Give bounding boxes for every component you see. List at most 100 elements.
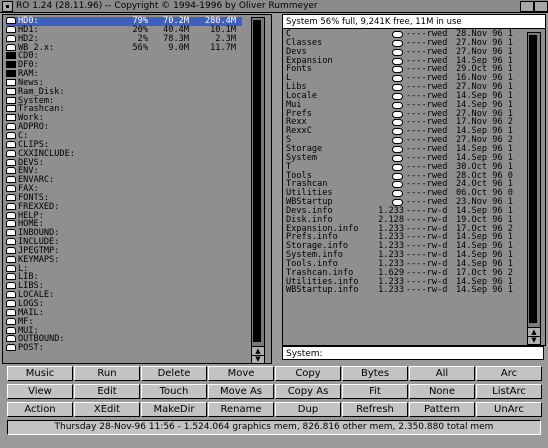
device-item[interactable]: HD1: 20% 40.4M 10.1M <box>6 25 242 35</box>
device-item[interactable]: MAIL: <box>6 308 242 318</box>
dup-button[interactable]: Dup <box>275 402 341 417</box>
bytes-button[interactable]: Bytes <box>342 366 408 381</box>
delete-button[interactable]: Delete <box>141 366 207 381</box>
drive-icon <box>6 335 16 343</box>
drive-icon <box>6 282 16 290</box>
copy-as-button[interactable]: Copy As <box>275 384 341 399</box>
makedir-button[interactable]: MakeDir <box>141 402 207 417</box>
folder-icon <box>392 181 403 189</box>
move-button[interactable]: Move <box>208 366 274 381</box>
right-file-pane[interactable]: System 56% full, 9,241K free, 11M in use… <box>282 14 546 346</box>
device-free: 11.7M <box>210 42 236 53</box>
device-item[interactable]: ENVARC: <box>6 176 242 185</box>
depth-gadget-icon[interactable] <box>534 1 548 12</box>
fit-button[interactable]: Fit <box>342 384 408 399</box>
device-item[interactable]: DF0: <box>6 61 242 70</box>
device-item[interactable]: MF: <box>6 317 242 327</box>
device-item[interactable]: KEYMAPS: <box>6 255 242 265</box>
folder-icon <box>392 110 403 118</box>
folder-icon <box>392 128 403 136</box>
folder-icon <box>392 66 403 74</box>
device-item[interactable]: L: <box>6 264 242 274</box>
device-item[interactable]: WB_2.x: 56% 9.0M 11.7M <box>6 42 242 53</box>
file-name: WBStartup.info <box>286 285 359 296</box>
volume-icon <box>6 96 16 104</box>
folder-icon <box>392 119 403 127</box>
drive-icon <box>6 25 16 33</box>
folder-icon <box>392 92 403 100</box>
floppy-icon <box>6 52 16 60</box>
title-bar[interactable]: RO 1.24 (28.11.96) -- Copyright © 1994-1… <box>0 0 548 13</box>
drive-icon <box>6 229 16 237</box>
folder-icon <box>392 172 403 180</box>
device-item[interactable]: HD0: 79% 70.2M 280.4M <box>6 17 242 26</box>
drive-icon <box>6 43 16 51</box>
folder-icon <box>392 137 403 145</box>
drive-icon <box>6 140 16 148</box>
none-button[interactable]: None <box>409 384 475 399</box>
device-list: HD0: 79% 70.2M 280.4M HD1: 20% 40.4M 10.1M HD2: 2… <box>6 17 242 353</box>
device-item[interactable]: POST: <box>6 344 242 353</box>
device-percent: 56% <box>132 42 148 53</box>
drive-icon <box>6 291 16 299</box>
xedit-button[interactable]: XEdit <box>74 402 140 417</box>
pattern-button[interactable]: Pattern <box>409 402 475 417</box>
action-button[interactable]: Action <box>7 402 73 417</box>
device-item[interactable]: DEVS: <box>6 158 242 168</box>
right-scrollbar[interactable] <box>527 32 541 328</box>
floppy-icon <box>6 61 16 69</box>
file-size: 1.233 <box>378 285 404 296</box>
status-bar: Thursday 28-Nov-96 11:56 - 1.524.064 gra… <box>7 420 541 435</box>
folder-icon <box>392 154 403 162</box>
left-file-pane[interactable]: HD0: 79% 70.2M 280.4M HD1: 20% 40.4M 10.1M HD2: 2… <box>2 14 272 364</box>
view-button[interactable]: View <box>7 384 73 399</box>
volume-icon <box>6 105 16 113</box>
left-scroll-knob[interactable] <box>253 20 261 342</box>
device-item[interactable]: ADPRO: <box>6 123 242 132</box>
folder-icon <box>392 39 403 47</box>
music-button[interactable]: Music <box>7 366 73 381</box>
folder-icon <box>392 48 403 56</box>
touch-button[interactable]: Touch <box>141 384 207 399</box>
drive-icon <box>6 193 16 201</box>
folder-icon <box>392 84 403 92</box>
path-field[interactable]: System: <box>282 346 544 360</box>
drive-icon <box>6 344 16 352</box>
volume-icon <box>6 78 16 86</box>
arc-button[interactable]: Arc <box>476 366 542 381</box>
rename-button[interactable]: Rename <box>208 402 274 417</box>
drive-icon <box>6 176 16 184</box>
folder-icon <box>392 101 403 109</box>
file-entry[interactable]: WBStartup.info 1.233 ----rw-d 14.Sep 96 1 <box>286 286 524 295</box>
volume-icon <box>6 114 16 122</box>
device-item[interactable]: CD0: <box>6 52 242 61</box>
right-scroll-knob[interactable] <box>529 35 537 323</box>
zoom-gadget-icon[interactable] <box>520 1 534 12</box>
listarc-button[interactable]: ListArc <box>476 384 542 399</box>
drive-icon <box>6 255 16 263</box>
move-as-button[interactable]: Move As <box>208 384 274 399</box>
window-title: RO 1.24 (28.11.96) -- Copyright © 1994-1… <box>16 1 318 11</box>
left-scrollbar[interactable] <box>251 17 265 347</box>
folder-icon <box>392 199 403 207</box>
edit-button[interactable]: Edit <box>74 384 140 399</box>
folder-icon <box>392 57 403 65</box>
unarc-button[interactable]: UnArc <box>476 402 542 417</box>
drive-icon <box>6 149 16 157</box>
volume-icon <box>6 87 16 95</box>
copy-button[interactable]: Copy <box>275 366 341 381</box>
scroll-down-arrow-icon[interactable]: ▼ <box>251 355 265 364</box>
close-gadget-icon[interactable] <box>2 1 13 12</box>
scroll-down-arrow-icon[interactable]: ▼ <box>527 336 541 345</box>
run-button[interactable]: Run <box>74 366 140 381</box>
all-button[interactable]: All <box>409 366 475 381</box>
refresh-button[interactable]: Refresh <box>342 402 408 417</box>
drive-icon <box>6 158 16 166</box>
file-protection: ----rw-d <box>406 285 448 296</box>
device-name: POST: <box>18 343 44 354</box>
drive-icon <box>6 264 16 272</box>
folder-icon <box>392 31 403 38</box>
drive-icon <box>6 246 16 254</box>
folder-icon <box>392 145 403 153</box>
drive-icon <box>6 326 16 334</box>
